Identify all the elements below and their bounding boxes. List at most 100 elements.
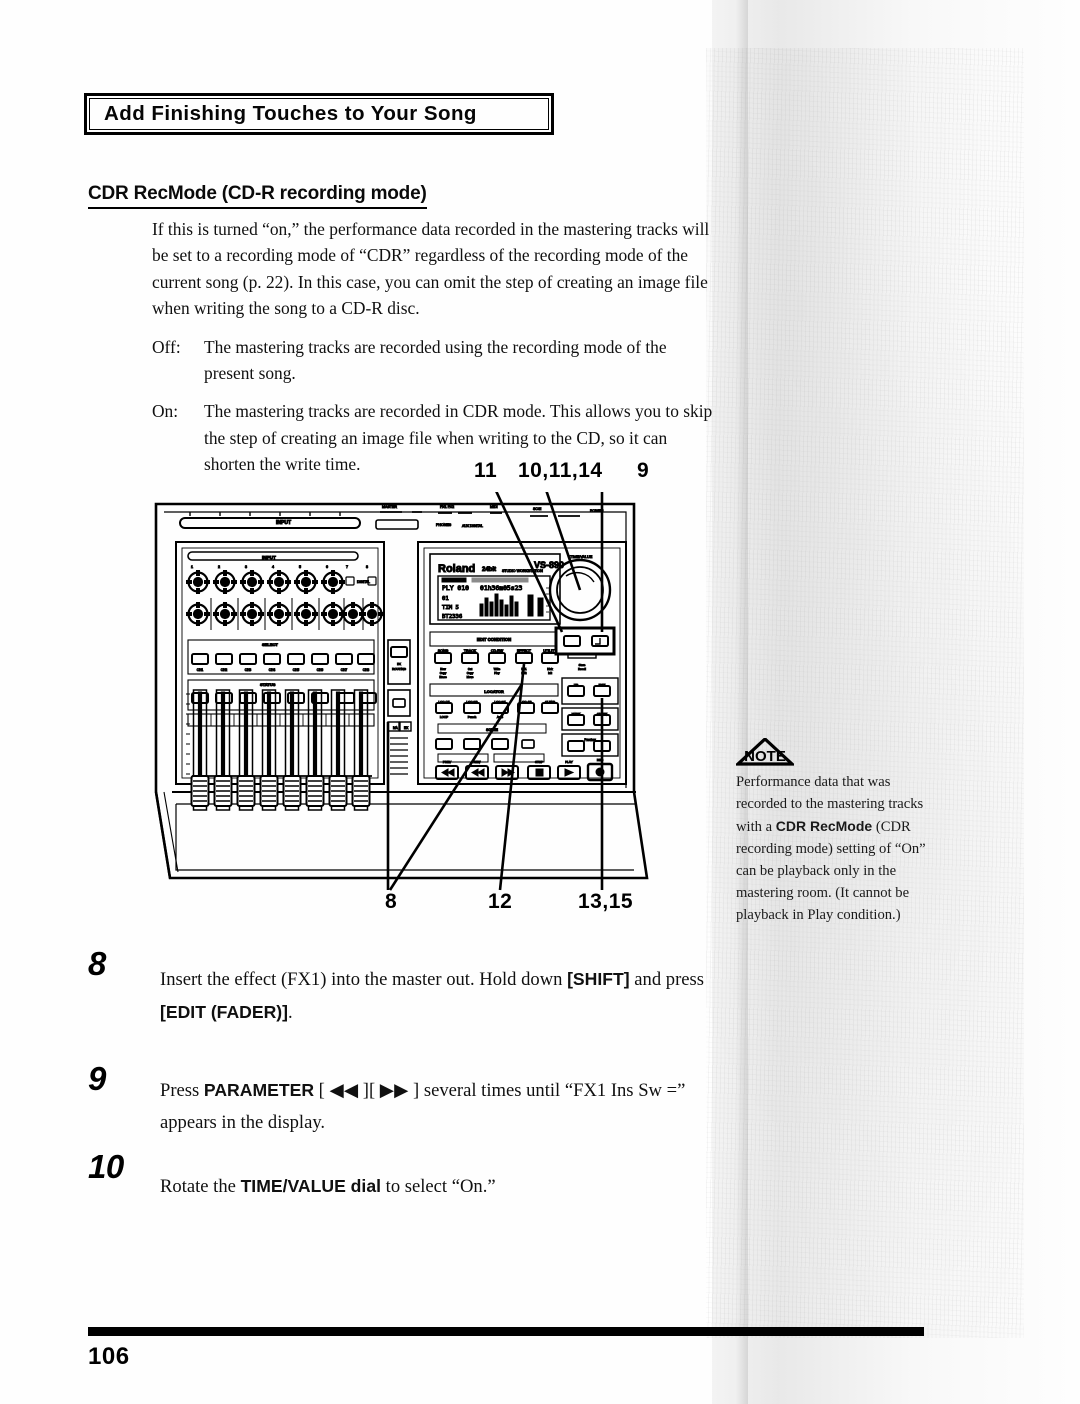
svg-text:LOC 1/5: LOC 1/5: [438, 700, 450, 704]
svg-text:CH4: CH4: [269, 668, 276, 672]
svg-text:LOC 2/6: LOC 2/6: [466, 700, 478, 704]
svg-text:INPUT: INPUT: [276, 520, 291, 526]
svg-text:01h36m05s23: 01h36m05s23: [480, 584, 522, 592]
mixer-panel: INPUT 123 456 78 DIGITAL SELECT CH1 CH2 …: [175, 541, 385, 811]
chapter-banner-label: Add Finishing Touches to Your Song: [104, 102, 477, 125]
scan-noise-texture: [706, 48, 1024, 1338]
svg-text:EFFECT: EFFECT: [517, 649, 532, 653]
step-number: 9: [88, 1060, 106, 1097]
text-run: to select “On.”: [381, 1176, 496, 1197]
callout-label-8: 8: [385, 890, 398, 913]
svg-text:MASTER: MASTER: [382, 505, 397, 509]
callout-label-11: 11: [474, 459, 498, 482]
step-8: 8 Insert the effect (FX1) into the maste…: [88, 945, 728, 1029]
svg-text:Erase: Erase: [439, 675, 447, 679]
svg-text:FX: FX: [397, 662, 401, 666]
svg-text:TIM 5: TIM 5: [442, 605, 459, 611]
svg-text:CH5: CH5: [293, 668, 300, 672]
svg-text:MA: MA: [393, 726, 399, 730]
svg-text:Recall: Recall: [578, 667, 586, 671]
svg-text:INPUT: INPUT: [262, 555, 276, 560]
step-9: 9 Press PARAMETER [ ◀◀ ][ ▶▶ ] several t…: [88, 1060, 728, 1139]
input-gain-knobs: [185, 569, 346, 595]
callout-label-13-15: 13,15: [578, 890, 634, 913]
manual-page: Add Finishing Touches to Your Song CDR R…: [0, 0, 1080, 1404]
svg-text:1: 1: [191, 565, 193, 569]
vs890-illustration: MASTER FX1 FX2 MIDI SCSI POWER PHONES AU…: [154, 492, 649, 891]
svg-text:EDIT CONDITION: EDIT CONDITION: [477, 637, 511, 642]
footer-rule: [88, 1327, 924, 1336]
note-badge-label: NOTE: [744, 748, 786, 765]
level-meter-strip: FX ROUTING MA EX: [387, 639, 412, 775]
svg-text:TIME/VALUE: TIME/VALUE: [570, 555, 593, 559]
note-warning-icon: NOTE: [736, 738, 794, 766]
select-buttons: [191, 653, 375, 665]
svg-text:Move: Move: [467, 675, 474, 679]
svg-text:MIDI: MIDI: [490, 505, 498, 509]
svg-text:PHONES: PHONES: [436, 523, 452, 527]
svg-text:PREV: PREV: [443, 760, 451, 764]
emphasis-run: PARAMETER: [203, 1080, 315, 1100]
svg-text:CH3: CH3: [245, 668, 252, 672]
text-run: Rotate the: [160, 1176, 241, 1197]
text-run: and press: [629, 969, 704, 990]
svg-text:3: 3: [245, 565, 247, 569]
svg-text:REW: REW: [474, 760, 481, 764]
svg-text:PLY 010: PLY 010: [442, 584, 469, 592]
note-callout: NOTE Performance data that was recorded …: [736, 738, 932, 926]
step-number: 10: [88, 1148, 124, 1185]
scan-shadow-gutter: [712, 0, 1080, 1404]
section-heading: CDR RecMode (CD-R recording mode): [88, 183, 427, 209]
svg-text:EXIT: EXIT: [599, 683, 606, 687]
svg-text:FX1 FX2: FX1 FX2: [440, 505, 454, 509]
edit-condition-block: EDIT CONDITION SONG TRACK CD-RW EFFECT UTI…: [429, 631, 559, 680]
svg-text:TRACK: TRACK: [464, 649, 477, 653]
svg-text:SELECT: SELECT: [262, 642, 278, 647]
brand-label: Roland: [438, 563, 475, 575]
utility-button-column: UP EXIT MARK CD-RW Preview: [561, 677, 619, 757]
svg-text:STOP: STOP: [535, 760, 543, 764]
callout-label-10-11-14: 10,11,14: [518, 459, 603, 482]
svg-text:CD-RW: CD-RW: [491, 649, 504, 653]
svg-text:CH8: CH8: [363, 668, 370, 672]
svg-text:CLEAR: CLEAR: [545, 700, 556, 704]
svg-text:DIGITAL: DIGITAL: [357, 580, 370, 584]
svg-text:Punch: Punch: [468, 715, 477, 719]
svg-text:24bit: 24bit: [482, 567, 496, 573]
step-text: Rotate the TIME/VALUE dial to select “On…: [160, 1170, 728, 1203]
note-bold-term: CDR RecMode: [775, 818, 873, 834]
text-run: Insert the effect (FX1) into the master …: [160, 969, 568, 990]
svg-text:LOOP: LOOP: [440, 715, 448, 719]
chapter-banner: Add Finishing Touches to Your Song: [84, 93, 554, 135]
definition-row-on: On: The mastering tracks are recorded in…: [152, 398, 718, 477]
locator-block: LOCATOR LOC 1/5 LOC 2/6 LOC 3/7 LOC 4/8 CL…: [429, 683, 559, 763]
svg-text:01: 01: [442, 596, 449, 602]
intro-paragraph: If this is turned “on,” the performance …: [152, 219, 710, 319]
svg-text:Init: Init: [548, 671, 552, 675]
svg-text:CH2: CH2: [221, 668, 228, 672]
svg-text:6: 6: [326, 565, 328, 569]
emphasis-run: TIME/VALUE dial: [240, 1176, 381, 1196]
svg-text:EX: EX: [404, 726, 409, 730]
svg-text:7: 7: [346, 565, 348, 569]
svg-text:BT2336: BT2336: [442, 614, 462, 620]
svg-text:CH1: CH1: [197, 668, 204, 672]
svg-text:LOC 3/7: LOC 3/7: [494, 700, 506, 704]
callout-label-12: 12: [488, 890, 513, 913]
svg-text:Play: Play: [494, 671, 500, 675]
svg-text:LOCATOR: LOCATOR: [484, 689, 504, 694]
svg-text:4: 4: [272, 565, 274, 569]
svg-text:ROUTING: ROUTING: [392, 667, 406, 671]
svg-text:UP: UP: [574, 683, 578, 687]
control-panel: Roland 24bit STUDIO WORKSTATION VS-890 P…: [417, 541, 627, 785]
digital-in-indicator: DIGITAL: [345, 576, 377, 586]
svg-text:MARK: MARK: [572, 712, 581, 716]
definition-text: The mastering tracks are recorded using …: [204, 336, 667, 384]
device-diagram: MASTER FX1 FX2 MIDI SCSI POWER PHONES AU…: [150, 492, 650, 892]
emphasis-run: [EDIT (FADER)]: [160, 1002, 289, 1022]
definition-row-off: Off: The mastering tracks are recorded u…: [152, 334, 718, 387]
status-buttons: [191, 692, 377, 704]
text-run: .: [288, 1002, 293, 1023]
svg-text:CH7: CH7: [341, 668, 348, 672]
step-number: 8: [88, 945, 106, 982]
